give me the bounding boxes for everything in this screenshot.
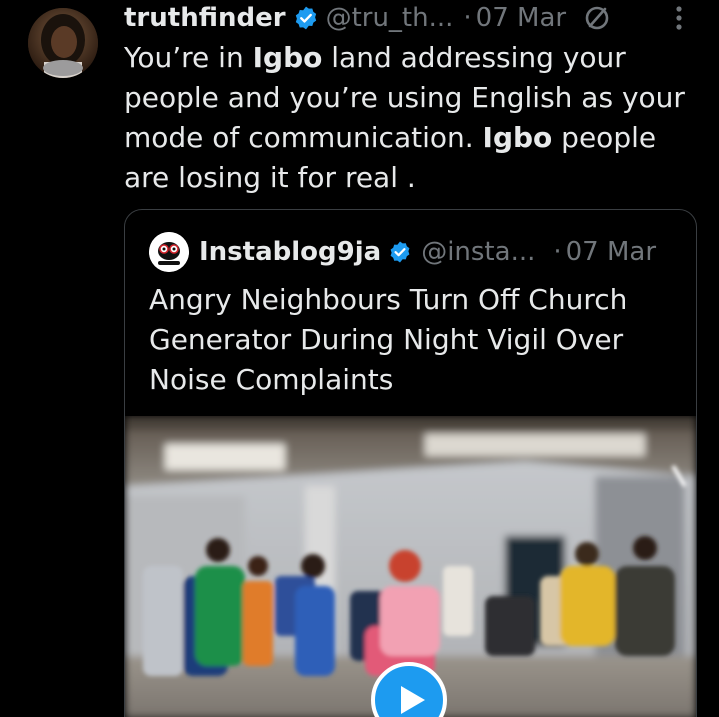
tweet-card[interactable]: truthfinder @tru_th... · 07 Mar You’re i… (0, 0, 719, 717)
quote-text: Angry Neighbours Turn Off Church Generat… (149, 283, 628, 396)
quote-author-avatar[interactable] (149, 232, 189, 272)
bold-igbo: Igbo (482, 121, 553, 154)
video-thumbnail[interactable] (125, 416, 696, 717)
tweet-text: You’re in Igbo land addressing your peop… (124, 41, 685, 194)
quote-author-name[interactable]: Instablog9ja (199, 237, 381, 267)
more-vertical-icon[interactable] (669, 4, 689, 32)
author-name[interactable]: truthfinder (124, 3, 286, 33)
separator-dot: · (553, 237, 562, 267)
tweet-header: truthfinder @tru_th... · 07 Mar (124, 0, 714, 36)
tweet-date[interactable]: 07 Mar (476, 3, 566, 33)
verified-badge-icon (295, 6, 316, 30)
no-symbol-icon (585, 6, 609, 30)
quote-header: Instablog9ja @insta... · 07 Mar (149, 232, 689, 272)
author-handle[interactable]: @tru_th... (326, 3, 454, 33)
quote-date[interactable]: 07 Mar (566, 237, 656, 267)
quoted-tweet[interactable]: Instablog9ja @insta... · 07 Mar Angry Ne… (124, 209, 697, 717)
author-avatar[interactable] (28, 8, 98, 78)
verified-badge-icon (390, 241, 410, 263)
quote-author-handle[interactable]: @insta... (421, 237, 535, 267)
play-icon[interactable] (371, 662, 447, 717)
bold-igbo: Igbo (252, 41, 323, 74)
separator-dot: · (463, 3, 472, 33)
